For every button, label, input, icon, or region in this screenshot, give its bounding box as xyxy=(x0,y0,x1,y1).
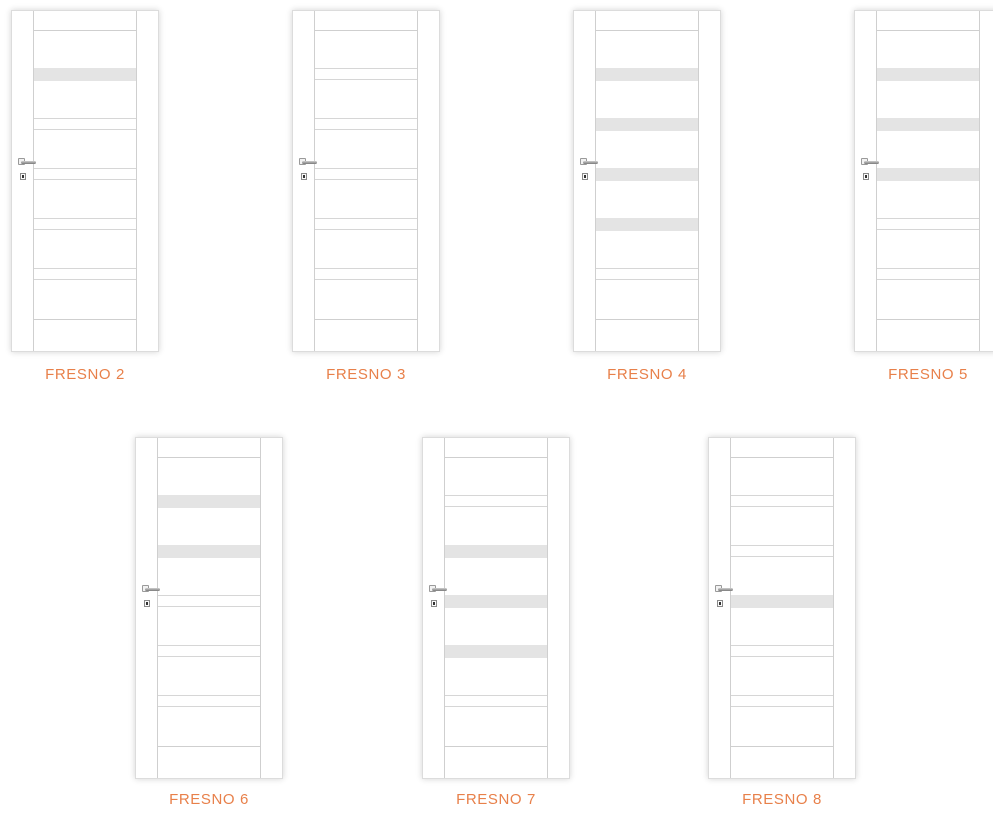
product-fresno-4[interactable]: FRESNO 4 xyxy=(573,10,721,383)
door-rail-line xyxy=(314,30,417,31)
product-name[interactable]: FRESNO 3 xyxy=(292,366,440,383)
door-image[interactable] xyxy=(422,437,570,779)
panel-groove xyxy=(445,495,547,507)
door-stile-line xyxy=(260,438,261,778)
door-rail-line xyxy=(157,457,260,458)
product-name[interactable]: FRESNO 6 xyxy=(135,791,283,808)
door-stile-line xyxy=(314,11,315,351)
product-fresno-8[interactable]: FRESNO 8 xyxy=(708,437,856,808)
panel-groove xyxy=(731,645,833,657)
door-stile-line xyxy=(547,438,548,778)
glass-insert xyxy=(877,168,979,181)
door-handle-icon xyxy=(580,158,598,166)
panel-groove xyxy=(34,118,136,130)
panel-groove xyxy=(158,645,260,657)
door-rail-line xyxy=(314,319,417,320)
door-handle-icon xyxy=(715,585,733,593)
panel-groove xyxy=(158,595,260,607)
door-stile-line xyxy=(136,11,137,351)
product-name[interactable]: FRESNO 2 xyxy=(11,366,159,383)
door-rail-line xyxy=(444,457,547,458)
door-stile-line xyxy=(833,438,834,778)
panel-groove xyxy=(877,218,979,230)
door-stile-line xyxy=(444,438,445,778)
door-lock-icon xyxy=(863,173,869,180)
glass-insert xyxy=(158,495,260,508)
door-rail-line xyxy=(595,30,698,31)
panel-groove xyxy=(731,545,833,557)
glass-insert xyxy=(596,118,698,131)
glass-insert xyxy=(596,218,698,231)
door-rail-line xyxy=(157,746,260,747)
product-fresno-7[interactable]: FRESNO 7 xyxy=(422,437,570,808)
door-rail-line xyxy=(595,319,698,320)
door-lock-icon xyxy=(431,600,437,607)
glass-insert xyxy=(877,68,979,81)
door-stile-line xyxy=(698,11,699,351)
panel-groove xyxy=(315,218,417,230)
glass-insert xyxy=(445,645,547,658)
door-handle-icon xyxy=(299,158,317,166)
door-lock-icon xyxy=(717,600,723,607)
door-handle-icon xyxy=(18,158,36,166)
door-stile-line xyxy=(595,11,596,351)
door-handle-icon xyxy=(429,585,447,593)
panel-groove xyxy=(731,495,833,507)
door-image[interactable] xyxy=(11,10,159,352)
glass-insert xyxy=(34,68,136,81)
door-lock-icon xyxy=(144,600,150,607)
glass-insert xyxy=(445,595,547,608)
panel-groove xyxy=(731,695,833,707)
glass-insert xyxy=(877,118,979,131)
door-lock-icon xyxy=(20,173,26,180)
glass-insert xyxy=(731,595,833,608)
door-stile-line xyxy=(417,11,418,351)
door-stile-line xyxy=(33,11,34,351)
door-rail-line xyxy=(876,30,979,31)
panel-groove xyxy=(315,168,417,180)
product-fresno-2[interactable]: FRESNO 2 xyxy=(11,10,159,383)
door-lock-icon xyxy=(582,173,588,180)
glass-insert xyxy=(596,168,698,181)
door-handle-icon xyxy=(142,585,160,593)
door-rail-line xyxy=(730,746,833,747)
door-rail-line xyxy=(33,319,136,320)
glass-insert xyxy=(445,545,547,558)
panel-groove xyxy=(877,268,979,280)
panel-groove xyxy=(596,268,698,280)
door-image[interactable] xyxy=(135,437,283,779)
door-rail-line xyxy=(33,30,136,31)
door-stile-line xyxy=(979,11,980,351)
product-name[interactable]: FRESNO 7 xyxy=(422,791,570,808)
door-image[interactable] xyxy=(708,437,856,779)
product-name[interactable]: FRESNO 4 xyxy=(573,366,721,383)
panel-groove xyxy=(34,168,136,180)
glass-insert xyxy=(596,68,698,81)
glass-insert xyxy=(158,545,260,558)
door-stile-line xyxy=(876,11,877,351)
panel-groove xyxy=(315,268,417,280)
panel-groove xyxy=(445,695,547,707)
door-handle-icon xyxy=(861,158,879,166)
panel-groove xyxy=(315,68,417,80)
door-image[interactable] xyxy=(292,10,440,352)
product-fresno-6[interactable]: FRESNO 6 xyxy=(135,437,283,808)
door-rail-line xyxy=(444,746,547,747)
door-stile-line xyxy=(157,438,158,778)
door-rail-line xyxy=(876,319,979,320)
door-rail-line xyxy=(730,457,833,458)
product-name[interactable]: FRESNO 8 xyxy=(708,791,856,808)
panel-groove xyxy=(158,695,260,707)
door-image[interactable] xyxy=(573,10,721,352)
product-fresno-3[interactable]: FRESNO 3 xyxy=(292,10,440,383)
door-lock-icon xyxy=(301,173,307,180)
product-fresno-5[interactable]: FRESNO 5 xyxy=(854,10,993,383)
door-stile-line xyxy=(730,438,731,778)
panel-groove xyxy=(34,218,136,230)
door-image[interactable] xyxy=(854,10,993,352)
panel-groove xyxy=(315,118,417,130)
product-name[interactable]: FRESNO 5 xyxy=(854,366,993,383)
panel-groove xyxy=(34,268,136,280)
